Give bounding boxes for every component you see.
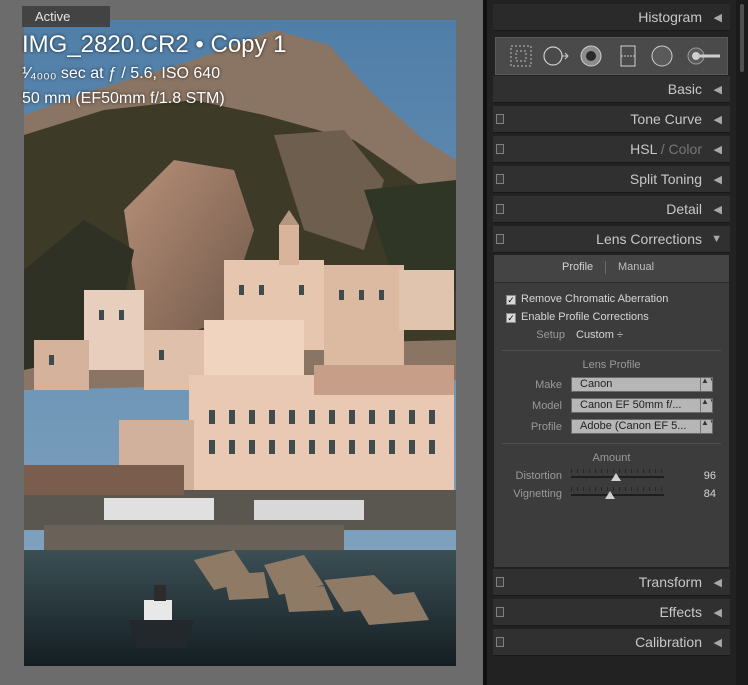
- collapse-arrow-icon[interactable]: ◀: [714, 576, 722, 589]
- panel-scrollbar[interactable]: [736, 0, 748, 685]
- collapse-arrow-icon[interactable]: ◀: [714, 83, 722, 96]
- collapse-arrow-icon[interactable]: ◀: [714, 113, 722, 126]
- vignetting-label: Vignetting: [513, 488, 562, 500]
- amount-title: Amount: [592, 452, 631, 464]
- panel-switch-icon[interactable]: [496, 607, 504, 617]
- color-tab[interactable]: Color: [669, 141, 702, 157]
- divider: [502, 443, 721, 444]
- setup-label: Setup: [536, 329, 565, 341]
- tab-manual[interactable]: Manual: [618, 261, 654, 273]
- lens-corrections-title: Lens Corrections: [596, 231, 702, 247]
- hsl-tab[interactable]: HSL: [630, 141, 657, 157]
- adjustment-brush-icon[interactable]: [684, 38, 724, 74]
- overlay-exposure: ¹⁄₄₀₀₀ sec at ƒ / 5.6, ISO 640: [22, 65, 221, 82]
- panel-switch-icon[interactable]: [496, 234, 504, 244]
- effects-title: Effects: [659, 604, 702, 620]
- panel-switch-icon[interactable]: [496, 174, 504, 184]
- tool-strip: [495, 37, 728, 75]
- distortion-value[interactable]: 96: [704, 470, 716, 482]
- lens-corrections-panel: Profile Manual ✓ Remove Chromatic Aberrat…: [493, 254, 730, 568]
- remove-ca-checkbox[interactable]: ✓: [506, 295, 516, 305]
- photo-image: [24, 20, 456, 666]
- red-eye-icon[interactable]: [578, 38, 604, 74]
- active-label: Active: [22, 6, 110, 27]
- basic-header[interactable]: Basic ◀: [493, 76, 730, 103]
- split-toning-header[interactable]: Split Toning ◀: [493, 166, 730, 193]
- make-label: Make: [535, 379, 562, 391]
- model-label: Model: [532, 400, 562, 412]
- histogram-header[interactable]: Histogram ◀: [493, 4, 730, 31]
- panel-switch-icon[interactable]: [496, 577, 504, 587]
- collapse-arrow-icon[interactable]: ◀: [714, 203, 722, 216]
- detail-title: Detail: [666, 201, 702, 217]
- graduated-filter-icon[interactable]: [616, 38, 640, 74]
- develop-panel: Histogram ◀ Basic ◀ Tone Curve ◀ HSL / C…: [487, 0, 736, 685]
- divider: [502, 350, 721, 351]
- basic-title: Basic: [667, 81, 702, 97]
- enable-profile-label: Enable Profile Corrections: [521, 311, 649, 323]
- lens-profile-title: Lens Profile: [582, 359, 641, 371]
- enable-profile-checkbox[interactable]: ✓: [506, 313, 516, 323]
- overlay-lens: 50 mm (EF50mm f/1.8 STM): [22, 90, 225, 107]
- distortion-label: Distortion: [515, 470, 562, 482]
- profile-value: Adobe (Canon EF 5...: [580, 420, 687, 432]
- radial-filter-icon[interactable]: [649, 38, 675, 74]
- vignetting-slider-thumb[interactable]: [605, 491, 616, 499]
- vignetting-slider-track[interactable]: [571, 494, 664, 496]
- collapse-arrow-icon[interactable]: ◀: [714, 606, 722, 619]
- scrollbar-thumb[interactable]: [740, 4, 744, 72]
- tone-curve-title: Tone Curve: [630, 111, 702, 127]
- remove-ca-label: Remove Chromatic Aberration: [521, 293, 669, 305]
- hsl-color-header[interactable]: HSL / Color ◀: [493, 136, 730, 163]
- tab-divider: [605, 261, 606, 274]
- make-value: Canon: [580, 378, 613, 390]
- tone-curve-header[interactable]: Tone Curve ◀: [493, 106, 730, 133]
- setup-dropdown[interactable]: Custom ÷: [576, 329, 623, 341]
- model-value: Canon EF 50mm f/...: [580, 399, 682, 411]
- photo-preview[interactable]: [24, 20, 456, 666]
- spot-removal-icon[interactable]: [540, 38, 570, 74]
- transform-title: Transform: [638, 574, 702, 590]
- lens-corrections-header[interactable]: Lens Corrections ▼: [493, 226, 730, 253]
- collapse-arrow-icon[interactable]: ◀: [714, 11, 722, 24]
- panel-switch-icon[interactable]: [496, 637, 504, 647]
- detail-header[interactable]: Detail ◀: [493, 196, 730, 223]
- histogram-title: Histogram: [638, 9, 702, 25]
- profile-label: Profile: [530, 421, 562, 433]
- calibration-header[interactable]: Calibration ◀: [493, 629, 730, 656]
- panel-switch-icon[interactable]: [496, 144, 504, 154]
- vignetting-ticks: [571, 487, 664, 491]
- hsl-separator: /: [656, 141, 669, 157]
- lens-tabs: Profile Manual: [494, 255, 729, 283]
- remove-ca-row[interactable]: ✓ Remove Chromatic Aberration: [506, 293, 668, 305]
- enable-profile-row[interactable]: ✓ Enable Profile Corrections: [506, 311, 649, 323]
- expand-arrow-icon[interactable]: ▼: [711, 233, 722, 245]
- stepper-arrows-icon: ▲▼: [700, 420, 712, 433]
- collapse-arrow-icon[interactable]: ◀: [714, 173, 722, 186]
- make-select[interactable]: Canon ▲▼: [571, 377, 713, 392]
- stepper-arrows-icon: ▲▼: [700, 399, 712, 412]
- distortion-slider-thumb[interactable]: [610, 473, 621, 481]
- vignetting-value[interactable]: 84: [704, 488, 716, 500]
- collapse-arrow-icon[interactable]: ◀: [714, 143, 722, 156]
- transform-header[interactable]: Transform ◀: [493, 569, 730, 596]
- collapse-arrow-icon[interactable]: ◀: [714, 636, 722, 649]
- model-select[interactable]: Canon EF 50mm f/... ▲▼: [571, 398, 713, 413]
- overlay-filename: IMG_2820.CR2 • Copy 1: [22, 31, 287, 58]
- tab-profile[interactable]: Profile: [562, 261, 593, 273]
- stepper-arrows-icon: ▲▼: [700, 378, 712, 391]
- crop-overlay-icon[interactable]: [508, 38, 534, 74]
- effects-header[interactable]: Effects ◀: [493, 599, 730, 626]
- split-toning-title: Split Toning: [629, 171, 702, 187]
- image-canvas[interactable]: Active IMG_2820.CR2 • Copy 1 ¹⁄₄₀₀₀ sec …: [0, 0, 483, 685]
- panel-switch-icon[interactable]: [496, 204, 504, 214]
- profile-select[interactable]: Adobe (Canon EF 5... ▲▼: [571, 419, 713, 434]
- panel-switch-icon[interactable]: [496, 114, 504, 124]
- calibration-title: Calibration: [635, 634, 702, 650]
- hsl-color-title: HSL / Color: [630, 141, 702, 157]
